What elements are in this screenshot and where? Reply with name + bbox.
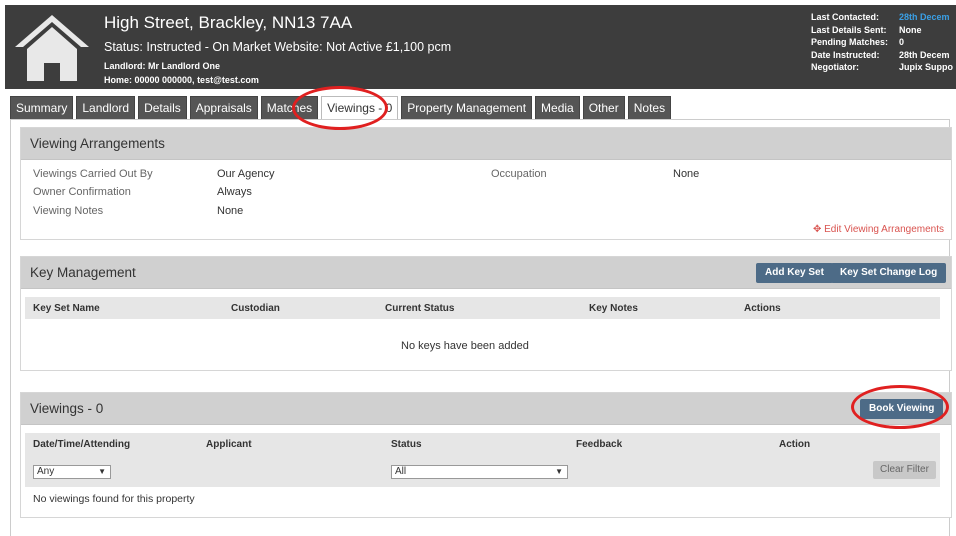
column-header: Custodian bbox=[231, 303, 280, 314]
tab-details[interactable]: Details bbox=[138, 96, 187, 120]
date-filter-select[interactable]: Any ▼ bbox=[33, 465, 111, 479]
column-header: Date/Time/Attending bbox=[33, 439, 131, 450]
meta-label: Last Contacted: bbox=[811, 12, 880, 22]
column-header: Actions bbox=[744, 303, 781, 314]
tab-matches[interactable]: Matches bbox=[260, 96, 319, 120]
column-header: Feedback bbox=[576, 439, 623, 450]
panel-header: Key Management Add Key Set Key Set Chang… bbox=[21, 257, 951, 289]
panel-header: Viewing Arrangements bbox=[21, 128, 951, 160]
property-status: Status: Instructed - On Market Website: … bbox=[104, 40, 452, 54]
carried-out-by-label: Viewings Carried Out By bbox=[33, 168, 153, 180]
occupation-label: Occupation bbox=[491, 168, 547, 180]
property-address: High Street, Brackley, NN13 7AA bbox=[104, 13, 353, 32]
house-icon bbox=[15, 15, 89, 81]
meta-value: 28th Decem bbox=[899, 49, 950, 60]
column-header: Status bbox=[391, 439, 422, 450]
tab-viewings[interactable]: Viewings - 0 bbox=[321, 96, 399, 120]
column-header: Action bbox=[779, 439, 811, 450]
key-management-panel: Key Management Add Key Set Key Set Chang… bbox=[20, 256, 952, 371]
viewings-table-header: Date/Time/Attending Applicant Status Fee… bbox=[25, 433, 940, 487]
tab-media[interactable]: Media bbox=[535, 96, 580, 120]
no-viewings-message: No viewings found for this property bbox=[33, 493, 195, 505]
tab-content: Viewing Arrangements Viewings Carried Ou… bbox=[10, 119, 952, 536]
tab-landlord[interactable]: Landlord bbox=[76, 96, 136, 120]
book-viewing-button[interactable]: Book Viewing bbox=[860, 399, 944, 419]
viewing-notes-value: None bbox=[217, 205, 244, 217]
add-key-set-button[interactable]: Add Key Set bbox=[756, 263, 833, 283]
landlord-contact: Home: 00000 000000, test@test.com bbox=[104, 75, 259, 85]
key-set-change-log-button[interactable]: Key Set Change Log bbox=[831, 263, 947, 283]
no-keys-message: No keys have been added bbox=[401, 340, 529, 352]
column-header: Key Set Name bbox=[33, 303, 100, 314]
landlord-name[interactable]: Landlord: Mr Landlord One bbox=[104, 61, 220, 71]
key-table-header: Key Set Name Custodian Current Status Ke… bbox=[25, 297, 940, 319]
meta-label: Last Details Sent: bbox=[811, 24, 887, 35]
owner-confirmation-label: Owner Confirmation bbox=[33, 186, 131, 198]
column-header: Key Notes bbox=[589, 303, 638, 314]
column-header: Current Status bbox=[385, 303, 455, 314]
meta-label: Negotiator: bbox=[811, 62, 859, 72]
property-header: High Street, Brackley, NN13 7AA Status: … bbox=[5, 5, 956, 89]
tab-notes[interactable]: Notes bbox=[627, 96, 672, 120]
dropdown-arrow-icon: ▼ bbox=[555, 467, 563, 476]
move-icon: ✥ bbox=[812, 224, 825, 235]
meta-label: Pending Matches: bbox=[811, 37, 889, 47]
viewing-notes-label: Viewing Notes bbox=[33, 205, 104, 217]
property-meta: Last Contacted: 28th Decem Last Details S… bbox=[811, 11, 953, 74]
status-filter-value: All bbox=[395, 466, 407, 477]
meta-value: Jupix Suppo bbox=[899, 62, 953, 72]
dropdown-arrow-icon: ▼ bbox=[98, 467, 106, 476]
meta-value: None bbox=[899, 24, 922, 35]
panel-header: Viewings - 0 Book Viewing bbox=[21, 393, 951, 425]
owner-confirmation-value: Always bbox=[217, 186, 252, 198]
tab-appraisals[interactable]: Appraisals bbox=[189, 96, 258, 120]
panel-title: Viewings - 0 bbox=[30, 401, 104, 416]
meta-value: 0 bbox=[899, 37, 905, 47]
status-filter-select[interactable]: All ▼ bbox=[391, 465, 568, 479]
meta-label: Date Instructed: bbox=[811, 49, 880, 60]
viewings-panel: Viewings - 0 Book Viewing Date/Time/Atte… bbox=[20, 392, 952, 518]
property-tabs: Summary Landlord Details Appraisals Matc… bbox=[10, 96, 674, 120]
tab-summary[interactable]: Summary bbox=[10, 96, 74, 120]
column-header: Applicant bbox=[206, 439, 252, 450]
meta-value[interactable]: 28th Decem bbox=[899, 11, 950, 24]
date-filter-value: Any bbox=[37, 466, 55, 477]
panel-title: Key Management bbox=[30, 265, 136, 280]
panel-title: Viewing Arrangements bbox=[30, 136, 165, 151]
clear-filter-button[interactable]: Clear Filter bbox=[873, 461, 936, 479]
tab-property-management[interactable]: Property Management bbox=[401, 96, 533, 120]
edit-link-label: Edit Viewing Arrangements bbox=[824, 224, 944, 235]
tab-other[interactable]: Other bbox=[582, 96, 625, 120]
edit-viewing-arrangements-link[interactable]: ✥ Edit Viewing Arrangements bbox=[813, 224, 944, 235]
occupation-value: None bbox=[673, 168, 700, 180]
viewing-arrangements-panel: Viewing Arrangements Viewings Carried Ou… bbox=[20, 127, 952, 240]
carried-out-by-value: Our Agency bbox=[217, 168, 275, 180]
